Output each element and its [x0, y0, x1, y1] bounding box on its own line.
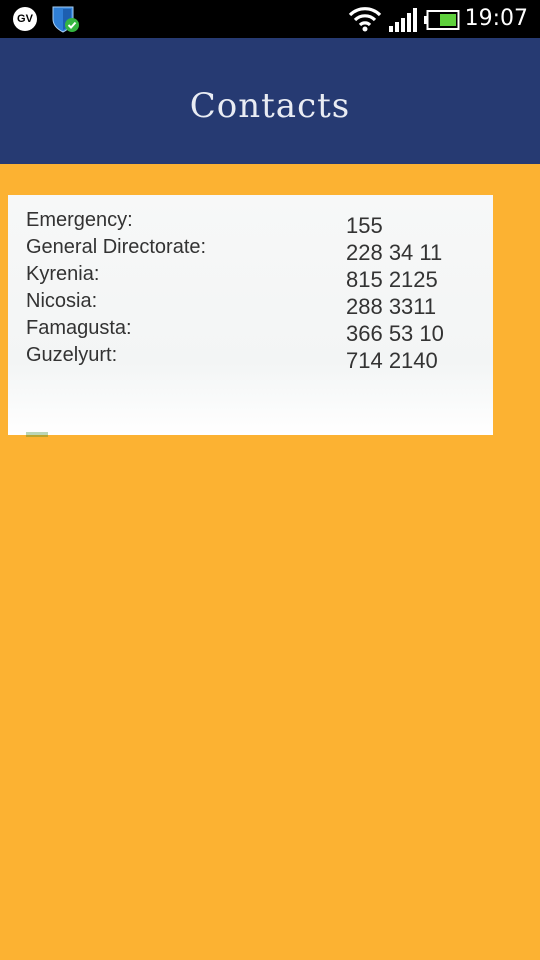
battery-icon — [424, 10, 460, 30]
contacts-card: Emergency: 155 General Directorate: 228 … — [8, 195, 493, 435]
contact-name: Nicosia: — [26, 290, 98, 312]
contact-row-guzelyurt[interactable]: Guzelyurt: 714 2140 — [26, 344, 476, 374]
wifi-icon — [348, 7, 382, 32]
contact-row-kyrenia[interactable]: Kyrenia: 815 2125 — [26, 263, 476, 292]
contact-name: General Directorate: — [26, 236, 207, 258]
image-bleed-fragment — [26, 432, 48, 437]
status-bar: GV 19:07 — [0, 0, 540, 38]
gv-notification-icon: GV — [13, 7, 37, 31]
shield-check-icon — [52, 6, 79, 33]
cell-signal-icon — [389, 8, 417, 32]
contact-row-emergency[interactable]: Emergency: 155 — [26, 209, 476, 238]
contact-name: Famagusta: — [26, 317, 132, 339]
contact-number[interactable]: 714 2140 — [346, 348, 438, 374]
contact-row-general-directorate[interactable]: General Directorate: 228 34 11 — [26, 236, 476, 265]
contact-name: Emergency: — [26, 209, 133, 231]
page-title: Contacts — [189, 86, 351, 126]
contact-name: Kyrenia: — [26, 263, 100, 285]
contact-row-nicosia[interactable]: Nicosia: 288 3311 — [26, 290, 476, 319]
status-clock: 19:07 — [464, 6, 528, 31]
contact-name: Guzelyurt: — [26, 344, 118, 366]
contact-row-famagusta[interactable]: Famagusta: 366 53 10 — [26, 317, 476, 346]
app-header: Contacts — [0, 38, 540, 164]
